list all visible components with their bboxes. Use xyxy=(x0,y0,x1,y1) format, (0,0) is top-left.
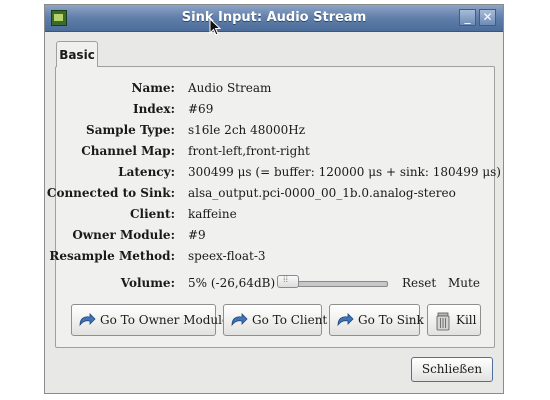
trash-can-icon xyxy=(436,312,450,331)
volume-label: Volume: xyxy=(120,276,175,290)
channel-map-row: Channel Map: front-left,front-right xyxy=(56,144,494,160)
resample-method-value: speex-float-3 xyxy=(188,249,266,263)
client-row: Client: kaffeine xyxy=(56,207,494,223)
name-value: Audio Stream xyxy=(188,81,272,95)
close-window-button[interactable]: ✕ xyxy=(479,9,496,26)
go-to-owner-module-label: Go To Owner Module xyxy=(100,313,230,327)
name-row: Name: Audio Stream xyxy=(56,81,494,97)
go-to-client-button[interactable]: Go To Client xyxy=(223,304,327,336)
resample-method-row: Resample Method: speex-float-3 xyxy=(49,249,494,265)
index-row: Index: #69 xyxy=(56,102,494,118)
client-value: kaffeine xyxy=(188,207,237,221)
latency-row: Latency: 300499 μs (= buffer: 120000 μs … xyxy=(56,165,501,181)
curved-arrow-icon xyxy=(231,313,248,327)
connected-sink-label: Connected to Sink: xyxy=(46,186,175,200)
sample-type-label: Sample Type: xyxy=(86,123,175,137)
go-to-client-label: Go To Client xyxy=(252,313,328,327)
mute-toggle[interactable]: Mute xyxy=(448,276,480,290)
kill-label: Kill xyxy=(456,313,477,327)
window-title: Sink Input: Audio Stream xyxy=(181,10,367,25)
go-to-sink-button[interactable]: Go To Sink xyxy=(329,304,424,336)
tab-panel-basic: Name: Audio Stream Index: #69 Sample Typ… xyxy=(47,66,501,348)
kill-button[interactable]: Kill xyxy=(427,304,481,336)
owner-module-label: Owner Module: xyxy=(72,228,175,242)
minimize-button[interactable]: _ xyxy=(459,9,476,26)
go-to-owner-module-button[interactable]: Go To Owner Module xyxy=(71,304,229,336)
owner-module-row: Owner Module: #9 xyxy=(56,228,494,244)
connected-sink-value: alsa_output.pci-0000_00_1b.0.analog-ster… xyxy=(188,186,456,200)
reset-button[interactable]: Reset xyxy=(402,276,436,290)
tab-basic[interactable]: Basic xyxy=(56,41,98,67)
sample-type-row: Sample Type: s16le 2ch 48000Hz xyxy=(56,123,494,139)
owner-module-value: #9 xyxy=(188,228,206,242)
volume-slider-handle[interactable] xyxy=(277,274,299,288)
go-to-sink-label: Go To Sink xyxy=(358,313,424,327)
latency-value: 300499 μs (= buffer: 120000 μs + sink: 1… xyxy=(188,165,501,179)
index-label: Index: xyxy=(133,102,175,116)
curved-arrow-icon xyxy=(79,313,96,327)
client-label: Client: xyxy=(130,207,175,221)
volume-slider-track[interactable] xyxy=(288,281,388,287)
title-bar[interactable]: Sink Input: Audio Stream _ ✕ xyxy=(45,5,503,32)
resample-method-label: Resample Method: xyxy=(49,249,175,263)
volume-value: 5% (-26,64dB) xyxy=(188,276,276,290)
channel-map-label: Channel Map: xyxy=(81,144,175,158)
index-value: #69 xyxy=(188,102,214,116)
mouse-pointer-icon xyxy=(209,18,221,36)
curved-arrow-icon xyxy=(337,313,354,327)
latency-label: Latency: xyxy=(118,165,175,179)
sample-type-value: s16le 2ch 48000Hz xyxy=(188,123,306,137)
channel-map-value: front-left,front-right xyxy=(188,144,310,158)
close-button[interactable]: Schließen xyxy=(411,357,493,382)
name-label: Name: xyxy=(131,81,175,95)
connected-sink-row: Connected to Sink: alsa_output.pci-0000_… xyxy=(47,186,494,202)
dialog-window: Sink Input: Audio Stream _ ✕ Basic Name:… xyxy=(44,4,504,394)
